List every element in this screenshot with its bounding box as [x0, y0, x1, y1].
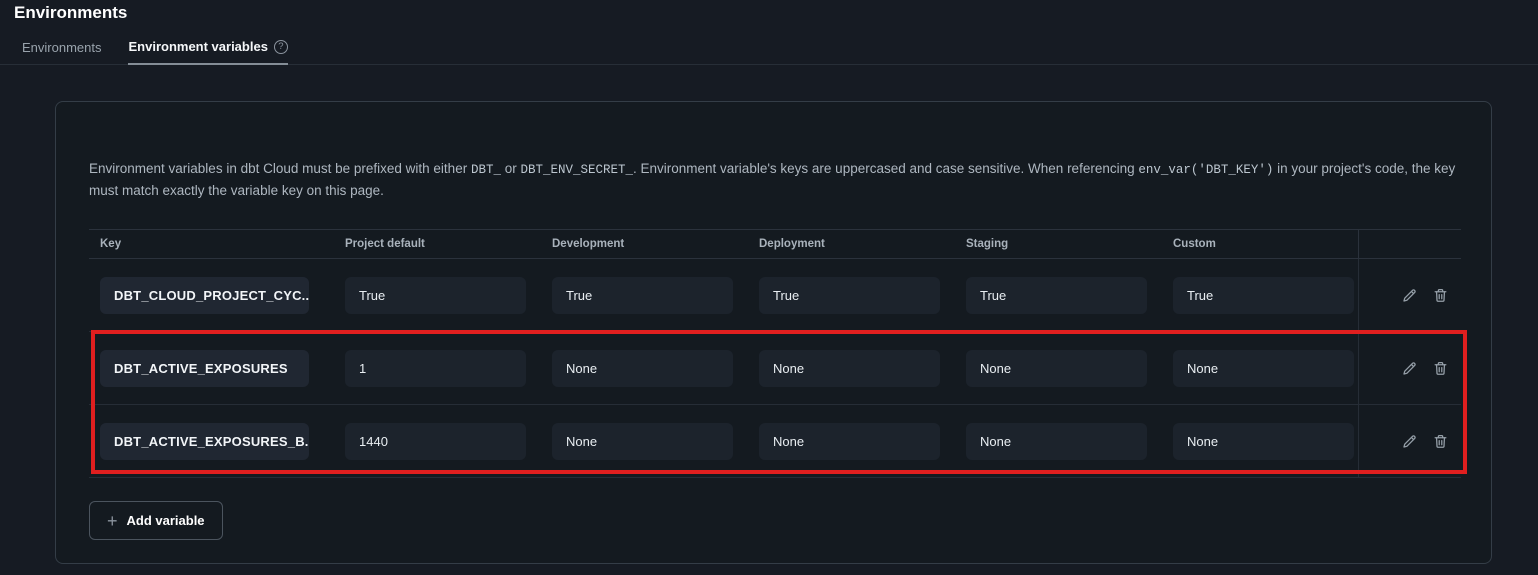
value-custom: None [1173, 350, 1354, 387]
column-header-key: Key [89, 230, 334, 258]
pencil-icon [1401, 287, 1418, 304]
value-project-default: 1440 [345, 423, 526, 460]
value-staging: None [966, 423, 1147, 460]
value-development: None [552, 350, 733, 387]
environment-variables-table: Key Project default Development Deployme… [89, 229, 1461, 478]
value-deployment: None [759, 423, 940, 460]
trash-icon [1432, 433, 1449, 450]
row-actions [1358, 405, 1461, 477]
intro-code-dbt-prefix: DBT_ [471, 163, 501, 177]
add-variable-label: Add variable [127, 513, 205, 528]
variable-key: DBT_ACTIVE_EXPOSURES [100, 350, 309, 387]
tab-environment-variables-label: Environment variables [128, 39, 267, 54]
trash-icon [1432, 287, 1449, 304]
column-header-actions [1358, 230, 1461, 258]
column-header-project-default: Project default [334, 230, 541, 258]
value-deployment: True [759, 277, 940, 314]
table-header-row: Key Project default Development Deployme… [89, 229, 1461, 259]
intro-plain: . Environment variable's keys are upperc… [633, 161, 1138, 176]
intro-plain: Environment variables in dbt Cloud must … [89, 161, 471, 176]
pencil-icon [1401, 433, 1418, 450]
tab-environments-label: Environments [22, 40, 101, 55]
plus-icon: + [107, 514, 118, 528]
column-header-deployment: Deployment [748, 230, 955, 258]
value-staging: None [966, 350, 1147, 387]
intro-code-secret-prefix: DBT_ENV_SECRET_ [520, 163, 633, 177]
variable-key: DBT_ACTIVE_EXPOSURES_B... [100, 423, 309, 460]
variable-key: DBT_CLOUD_PROJECT_CYC... [100, 277, 309, 314]
table-row: DBT_ACTIVE_EXPOSURES_B... 1440 None None… [89, 405, 1461, 478]
intro-text: Environment variables in dbt Cloud must … [89, 159, 1460, 201]
tab-environment-variables[interactable]: Environment variables ? [128, 39, 287, 65]
value-custom: None [1173, 423, 1354, 460]
value-development: True [552, 277, 733, 314]
help-icon[interactable]: ? [274, 40, 288, 54]
edit-variable-button[interactable] [1401, 432, 1419, 450]
column-header-custom: Custom [1162, 230, 1358, 258]
tab-bar: Environments Environment variables ? [0, 39, 1538, 65]
pencil-icon [1401, 360, 1418, 377]
delete-variable-button[interactable] [1432, 286, 1450, 304]
value-custom: True [1173, 277, 1354, 314]
table-row: DBT_ACTIVE_EXPOSURES 1 None None None No… [89, 332, 1461, 405]
page-title: Environments [14, 3, 1538, 23]
delete-variable-button[interactable] [1432, 359, 1450, 377]
value-development: None [552, 423, 733, 460]
tab-environments[interactable]: Environments [22, 40, 101, 64]
column-header-development: Development [541, 230, 748, 258]
value-project-default: 1 [345, 350, 526, 387]
row-actions [1358, 259, 1461, 331]
intro-plain: or [501, 161, 521, 176]
value-staging: True [966, 277, 1147, 314]
intro-code-env-var: env_var('DBT_KEY') [1138, 163, 1273, 177]
trash-icon [1432, 360, 1449, 377]
value-project-default: True [345, 277, 526, 314]
row-actions [1358, 332, 1461, 404]
edit-variable-button[interactable] [1401, 286, 1419, 304]
table-row: DBT_CLOUD_PROJECT_CYC... True True True … [89, 259, 1461, 332]
add-variable-button[interactable]: + Add variable [89, 501, 223, 540]
edit-variable-button[interactable] [1401, 359, 1419, 377]
value-deployment: None [759, 350, 940, 387]
environment-variables-panel: Environment variables in dbt Cloud must … [55, 101, 1492, 564]
column-header-staging: Staging [955, 230, 1162, 258]
delete-variable-button[interactable] [1432, 432, 1450, 450]
